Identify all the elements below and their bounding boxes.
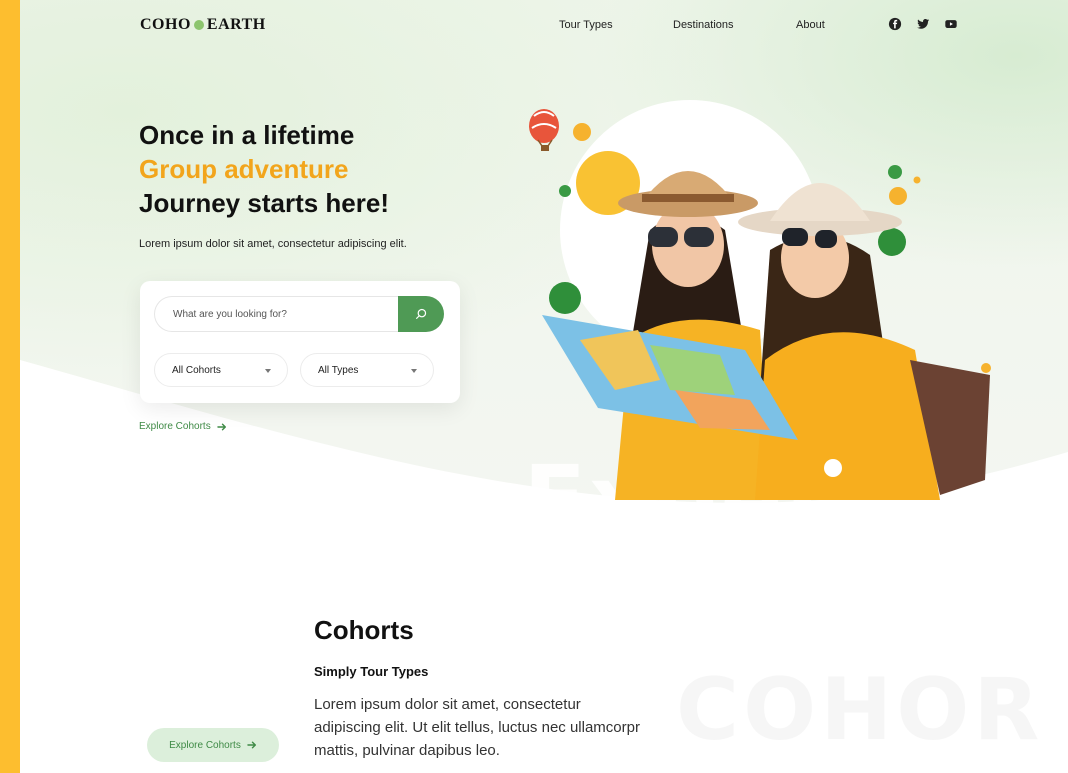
nav-item-tour-types[interactable]: Tour Types bbox=[559, 19, 613, 31]
brand-name-left: COHO bbox=[140, 16, 191, 33]
nav-item-destinations[interactable]: Destinations bbox=[673, 19, 734, 31]
explore-button-label: Explore Cohorts bbox=[169, 739, 241, 751]
hot-air-balloon-icon bbox=[529, 109, 559, 151]
search-button[interactable] bbox=[398, 296, 444, 332]
type-select[interactable]: All Types bbox=[300, 353, 434, 387]
nav-item-about[interactable]: About bbox=[796, 19, 825, 31]
brand-dot-icon bbox=[193, 20, 204, 30]
headline-line-2: Group adventure bbox=[139, 154, 349, 184]
search-input[interactable] bbox=[154, 296, 398, 332]
search-card: All Cohorts All Types bbox=[140, 281, 460, 403]
cohort-select[interactable]: All Cohorts bbox=[154, 353, 288, 387]
youtube-icon[interactable] bbox=[944, 17, 958, 31]
arrow-right-icon bbox=[217, 423, 226, 430]
arrow-right-icon bbox=[247, 741, 256, 749]
chevron-down-icon bbox=[265, 369, 271, 373]
brand-name-right: EARTH bbox=[206, 16, 266, 33]
explore-cohorts-link[interactable]: Explore Cohorts bbox=[139, 421, 227, 432]
type-select-value: All Types bbox=[318, 365, 359, 376]
cohorts-subtitle: Simply Tour Types bbox=[314, 664, 429, 679]
twitter-icon[interactable] bbox=[916, 17, 930, 31]
hero-headline: Once in a lifetime Group adventure Journ… bbox=[139, 118, 389, 220]
hero-subtitle: Lorem ipsum dolor sit amet, consectetur … bbox=[139, 238, 407, 250]
cohort-select-value: All Cohorts bbox=[172, 365, 221, 376]
cohorts-description: Lorem ipsum dolor sit amet, consectetur … bbox=[314, 696, 640, 759]
explore-cohorts-button[interactable]: Explore Cohorts bbox=[147, 728, 279, 762]
headline-line-1: Once in a lifetime bbox=[139, 120, 355, 150]
side-accent-bar bbox=[0, 0, 20, 773]
search-icon bbox=[416, 308, 427, 319]
cohorts-watermark: COHOR bbox=[676, 660, 1044, 760]
hero-travelers-image bbox=[529, 100, 991, 500]
cohorts-title: Cohorts bbox=[314, 615, 414, 645]
explore-link-label: Explore Cohorts bbox=[139, 421, 211, 432]
chevron-down-icon bbox=[411, 369, 417, 373]
headline-line-3: Journey starts here! bbox=[139, 188, 389, 218]
hero-section: COHO EARTH Tour Types Destinations About… bbox=[20, 0, 1068, 560]
facebook-icon[interactable] bbox=[888, 17, 902, 31]
brand-logo[interactable]: COHO EARTH bbox=[140, 16, 266, 34]
